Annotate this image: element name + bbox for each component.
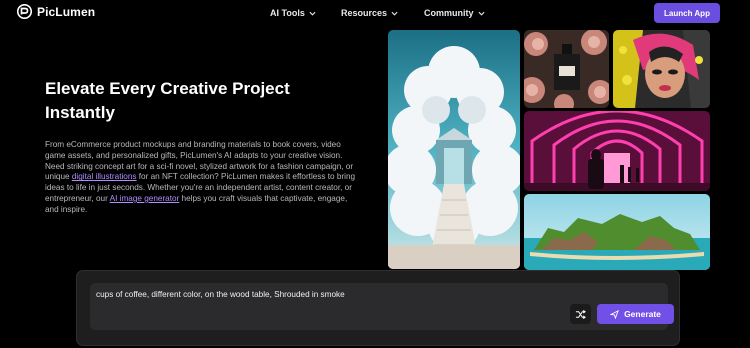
brand-logo[interactable]: PicLumen	[17, 4, 95, 19]
ai-image-generator-link[interactable]: AI image generator	[110, 194, 180, 203]
launch-app-button[interactable]: Launch App	[654, 3, 720, 23]
nav-ai-tools-label: AI Tools	[270, 8, 305, 18]
showcase-image-tropical-island	[524, 194, 710, 270]
nav-resources-label: Resources	[341, 8, 388, 18]
hero-title: Elevate Every Creative Project Instantly	[45, 79, 290, 122]
shuffle-prompt-button[interactable]	[570, 304, 591, 324]
shuffle-icon	[575, 309, 586, 319]
showcase-image-perfume-bottle	[524, 30, 609, 108]
chevron-down-icon	[309, 11, 316, 16]
piclumen-logo-icon	[17, 4, 32, 19]
prompt-input-value: cups of coffee, different color, on the …	[96, 290, 345, 299]
prompt-panel: cups of coffee, different color, on the …	[76, 270, 680, 346]
chevron-down-icon	[391, 11, 398, 16]
prompt-input[interactable]: cups of coffee, different color, on the …	[90, 283, 674, 330]
send-icon	[610, 309, 619, 319]
hero-description: From eCommerce product mockups and brand…	[45, 140, 360, 216]
generate-button-label: Generate	[624, 309, 661, 319]
chevron-down-icon	[477, 11, 485, 16]
showcase-image-pop-art-portrait	[613, 30, 710, 108]
digital-illustrations-link[interactable]: digital illustrations	[72, 172, 137, 181]
brand-name: PicLumen	[37, 4, 96, 19]
nav-resources[interactable]: Resources	[341, 8, 398, 18]
generate-button[interactable]: Generate	[597, 304, 674, 324]
showcase-image-neon-tunnel	[524, 111, 710, 191]
nav-ai-tools[interactable]: AI Tools	[270, 8, 316, 18]
showcase-image-cloud-staircase	[388, 30, 520, 269]
top-nav-bar: PicLumen AI Tools Resources Community La…	[0, 0, 750, 26]
nav-community-label: Community	[424, 8, 474, 18]
nav-community[interactable]: Community	[424, 8, 485, 18]
